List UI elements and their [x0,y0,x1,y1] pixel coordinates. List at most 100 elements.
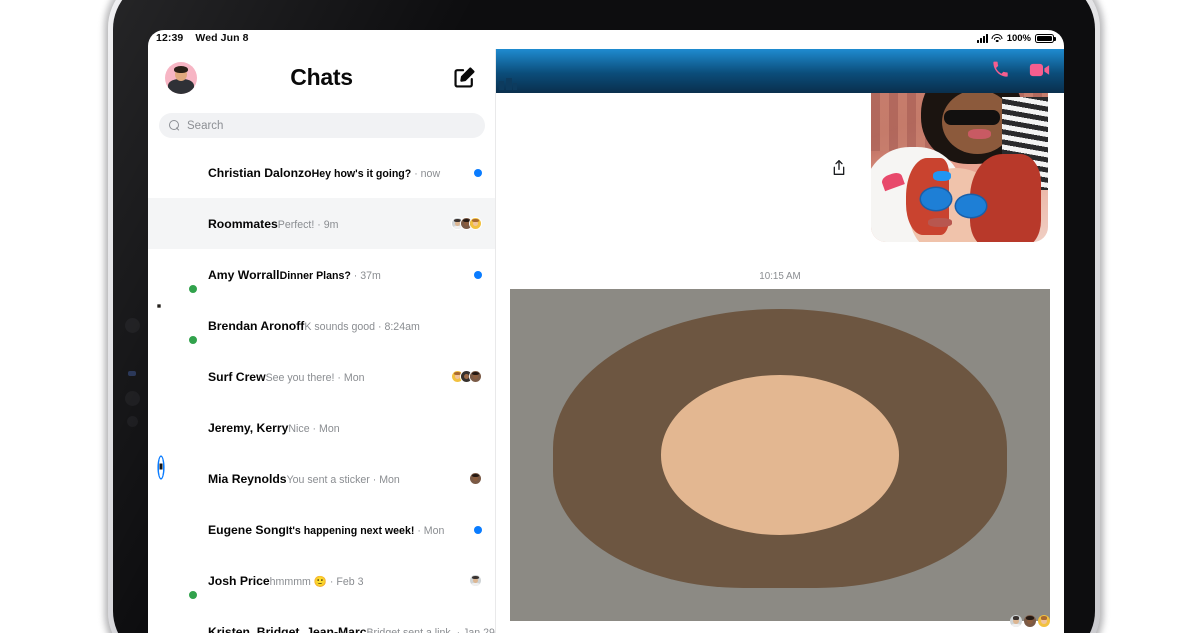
chat-list-item[interactable]: Eugene SongIt's happening next week! · M… [148,504,495,555]
chat-list-item[interactable]: Brendan AronoffK sounds good · 8:24am [148,300,495,351]
chat-item-text: Surf CrewSee you there! · Mon [208,368,451,386]
chat-item-name: Amy Worrall [208,267,280,282]
chat-item-time: · Mon [414,524,445,537]
contact-avatar[interactable] [159,561,198,600]
chat-item-time: · 9m [314,218,339,231]
chat-list-item[interactable]: Surf CrewSee you there! · Mon [148,351,495,402]
chat-item-time: · Mon [309,422,340,435]
battery-icon [1035,33,1056,44]
seen-by-avatar [1010,615,1022,627]
chat-list[interactable]: Christian DalonzoHey how's it going? · n… [148,147,495,633]
chat-item-name: Jeremy, Kerry [208,420,289,435]
contact-avatar[interactable] [159,153,198,192]
stack-avatar [469,574,482,587]
search-input[interactable]: Search [159,113,485,138]
conversation-avatar[interactable] [496,49,1064,93]
cellular-signal-icon [976,34,988,43]
chat-item-meta [451,217,482,230]
chat-list-item[interactable]: Amy WorrallDinner Plans? · 37m [148,249,495,300]
conversation-header: Roommates [496,49,1064,93]
chat-item-meta [452,168,482,177]
conversation-actions [991,60,1050,84]
chat-item-text: Amy WorrallDinner Plans? · 37m [208,266,452,284]
status-bar: 12:39 Wed Jun 8 100% [148,30,1064,49]
chat-list-item[interactable]: RoommatesPerfect! · 9m [148,198,495,249]
device-mic-dot [127,416,138,427]
stack-avatar [469,472,482,485]
chat-item-preview: Perfect! · 9m [278,219,339,231]
chat-list-item[interactable]: Jeremy, KerryNice · Mon [148,402,495,453]
contact-avatar[interactable] [159,306,198,345]
chat-list-item[interactable]: Mia ReynoldsYou sent a sticker · Mon [148,453,495,504]
chat-item-time: · 37m [350,269,381,282]
chat-item-preview: hmmmm 🙂 · Feb 3 [270,576,364,588]
seen-by-avatar [1038,615,1050,627]
contact-avatar[interactable] [159,408,198,447]
battery-percent-label: 100% [1006,33,1031,44]
chat-item-text: Kristen, Bridget, Jean-MarcBridget sent … [208,623,495,633]
wifi-icon [991,34,1003,43]
chat-item-snippet: Hey how's it going? [311,167,412,180]
search-placeholder: Search [187,119,224,132]
chat-item-name: Mia Reynolds [208,471,287,486]
chat-item-text: Brendan AronoffK sounds good · 8:24am [208,317,452,335]
chat-item-snippet: You sent a sticker [286,473,370,486]
photo-message[interactable] [833,73,1048,242]
seen-by-avatars [1010,615,1050,627]
device-screen: 12:39 Wed Jun 8 100% Chats Search Christ… [148,30,1064,633]
status-bar-right: 100% [976,33,1056,44]
message-timestamp: 10:15 AM [759,271,801,282]
sidebar-header: Chats [148,49,495,108]
avatar-image [159,457,163,478]
device-speaker-dot [125,391,140,406]
chat-item-preview: You sent a sticker · Mon [287,474,400,486]
contact-avatar[interactable] [159,357,198,396]
chat-item-preview: Bridget sent a link. · Jan 29 [366,627,494,633]
chat-item-text: RoommatesPerfect! · 9m [208,215,451,233]
compose-new-message-icon[interactable] [452,65,477,90]
unread-badge-dot [474,168,482,177]
chat-item-preview: It's happening next week! · Mon [286,525,445,537]
contact-avatar[interactable] [159,255,198,294]
contact-avatar[interactable] [159,612,198,633]
chat-item-name: Roommates [208,216,278,231]
contact-avatar[interactable] [159,204,198,243]
avatar-stack [469,574,482,587]
status-date: Wed Jun 8 [195,32,249,44]
chat-item-snippet: Dinner Plans? [279,269,351,282]
chat-item-text: Eugene SongIt's happening next week! · M… [208,521,452,539]
video-call-icon[interactable] [1029,62,1050,83]
chat-list-item[interactable]: Josh Pricehmmmm 🙂 · Feb 3 [148,555,495,606]
status-time: 12:39 [156,32,184,44]
stack-avatar [469,370,482,383]
chat-item-meta [451,370,482,383]
online-status-dot [188,590,198,600]
share-photo-icon[interactable] [831,159,847,177]
contact-avatar[interactable] [159,510,198,549]
chat-item-preview: K sounds good · 8:24am [304,321,419,333]
chat-item-meta [452,472,482,485]
contact-avatar[interactable] [159,457,198,498]
chat-item-snippet: It's happening next week! [285,524,415,537]
chat-item-time: · now [411,167,441,180]
message-incoming[interactable]: AmySounds good! [510,289,1050,621]
chat-item-preview: See you there! · Mon [266,372,365,384]
message-avatar[interactable] [510,289,1050,621]
chat-item-name: Eugene Song [208,522,286,537]
phone-call-icon[interactable] [991,60,1010,84]
chat-item-snippet: See you there! [265,371,335,384]
chat-list-item[interactable]: Christian DalonzoHey how's it going? · n… [148,147,495,198]
status-bar-left: 12:39 Wed Jun 8 [156,32,249,44]
message-row: Sounds good! [510,289,1050,621]
chat-item-text: Christian DalonzoHey how's it going? · n… [208,164,452,182]
chat-item-snippet: Nice [288,422,310,435]
chat-item-preview: Dinner Plans? · 37m [280,270,381,282]
shared-photo[interactable] [871,73,1048,242]
chat-item-name: Kristen, Bridget, Jean-Marc [208,624,367,633]
seen-by-avatar [1024,615,1036,627]
chat-item-name: Brendan Aronoff [208,318,305,333]
chat-item-text: Jeremy, KerryNice · Mon [208,419,452,437]
chat-list-item[interactable]: Kristen, Bridget, Jean-MarcBridget sent … [148,606,495,633]
chat-item-time: · Mon [369,473,400,486]
chat-item-name: Surf Crew [208,369,266,384]
